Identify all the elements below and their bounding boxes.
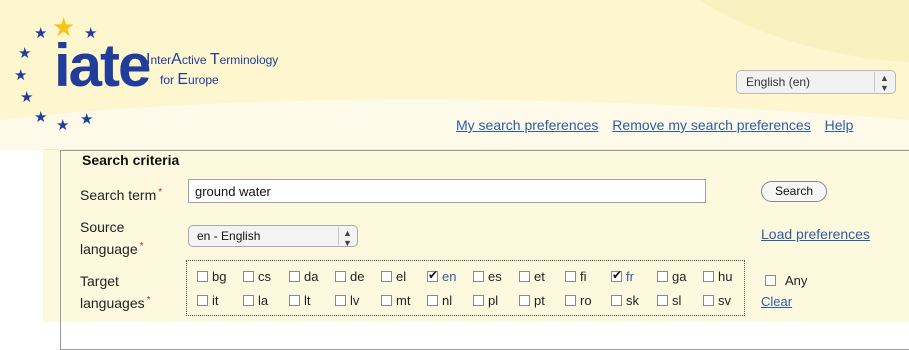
lang-checkbox-mt[interactable]: mt [381,293,410,309]
search-button[interactable]: Search [761,181,827,202]
tagline-line-1: InterActive Terminology [146,51,279,68]
checkbox-icon [473,295,484,306]
source-language-value: en - English [197,229,261,243]
required-marker: * [158,187,163,198]
checkbox-checked-icon [427,267,438,283]
help-link[interactable]: Help [825,117,854,133]
checkbox-icon [519,271,530,282]
svg-text:★: ★ [34,108,47,126]
lang-checkbox-sl[interactable]: sl [657,293,681,309]
lang-checkbox-bg[interactable]: bg [197,269,226,285]
lang-checkbox-lv[interactable]: lv [335,293,359,309]
required-marker: * [146,295,151,306]
svg-text:★: ★ [20,88,33,106]
lang-checkbox-et[interactable]: et [519,269,545,285]
search-term-input[interactable] [188,179,706,203]
lang-checkbox-pt[interactable]: pt [519,293,545,309]
lang-checkbox-pl[interactable]: pl [473,293,498,309]
svg-text:★: ★ [80,110,93,128]
checkbox-icon [381,271,392,282]
checkbox-icon [335,295,346,306]
lang-checkbox-hu[interactable]: hu [703,269,732,285]
lang-checkbox-fr[interactable]: fr [611,267,634,285]
checkbox-icon [765,275,776,286]
lang-checkbox-da[interactable]: da [289,269,318,285]
my-search-preferences-link[interactable]: My search preferences [456,117,598,133]
lang-checkbox-ro[interactable]: ro [565,293,592,309]
lang-checkbox-fi[interactable]: fi [565,269,587,285]
lang-checkbox-el[interactable]: el [381,269,406,285]
clear-languages-link[interactable]: Clear [761,294,792,309]
checkbox-icon [703,295,714,306]
interface-language-select[interactable]: English (en) ▲ ▼ [736,70,896,94]
lang-checkbox-en[interactable]: en [427,267,456,285]
logo-text: iate [54,32,151,99]
svg-text:★: ★ [14,66,27,84]
checkbox-icon [335,271,346,282]
lang-checkbox-cs[interactable]: cs [243,269,271,285]
checkbox-icon [473,271,484,282]
checkbox-icon [289,271,300,282]
checkbox-icon [565,295,576,306]
svg-text:★: ★ [56,116,69,134]
checkbox-icon [611,295,622,306]
lang-checkbox-es[interactable]: es [473,269,502,285]
load-preferences-link[interactable]: Load preferences [761,226,870,242]
required-marker: * [139,241,144,252]
checkbox-icon [197,271,208,282]
target-languages-label: Target languages * [80,273,151,311]
page-header: ★ ★ ★ ★ ★ ★ ★ ★ ★ iate InterActive Termi… [0,0,909,150]
lang-checkbox-de[interactable]: de [335,269,364,285]
lang-checkbox-ga[interactable]: ga [657,269,686,285]
search-criteria-legend: Search criteria [76,152,186,168]
target-languages-box: bg cs da de el en es et fi fr ga hu it l… [186,260,745,316]
select-arrows-icon: ▲ ▼ [338,227,356,248]
checkbox-icon [657,271,668,282]
checkbox-icon [243,295,254,306]
checkbox-icon [197,295,208,306]
lang-checkbox-nl[interactable]: nl [427,293,452,309]
interface-language-value: English (en) [746,75,811,89]
lang-checkbox-la[interactable]: la [243,293,268,309]
checkbox-checked-icon [611,267,622,283]
checkbox-icon [519,295,530,306]
checkbox-icon [243,271,254,282]
svg-text:★: ★ [34,24,47,42]
lang-checkbox-it[interactable]: it [197,293,219,309]
any-language-checkbox[interactable]: Any [765,273,807,288]
checkbox-icon [703,271,714,282]
select-arrows-icon: ▲ ▼ [874,72,894,93]
lang-checkbox-sv[interactable]: sv [703,293,731,309]
iate-logo[interactable]: ★ ★ ★ ★ ★ ★ ★ ★ ★ iate [14,13,154,134]
source-language-label: Source language * [80,219,144,257]
checkbox-icon [565,271,576,282]
checkbox-icon [289,295,300,306]
checkbox-icon [427,295,438,306]
lang-checkbox-lt[interactable]: lt [289,293,311,309]
tagline-line-2: for Europe [160,71,219,88]
checkbox-icon [657,295,668,306]
lang-checkbox-sk[interactable]: sk [611,293,639,309]
remove-search-preferences-link[interactable]: Remove my search preferences [612,117,810,133]
search-term-label: Search term * [80,187,163,203]
checkbox-icon [381,295,392,306]
svg-text:★: ★ [18,44,31,62]
preference-links: My search preferences Remove my search p… [456,117,863,133]
tagline: InterActive Terminology for Europe [146,50,278,90]
source-language-select[interactable]: en - English ▲ ▼ [188,225,358,248]
